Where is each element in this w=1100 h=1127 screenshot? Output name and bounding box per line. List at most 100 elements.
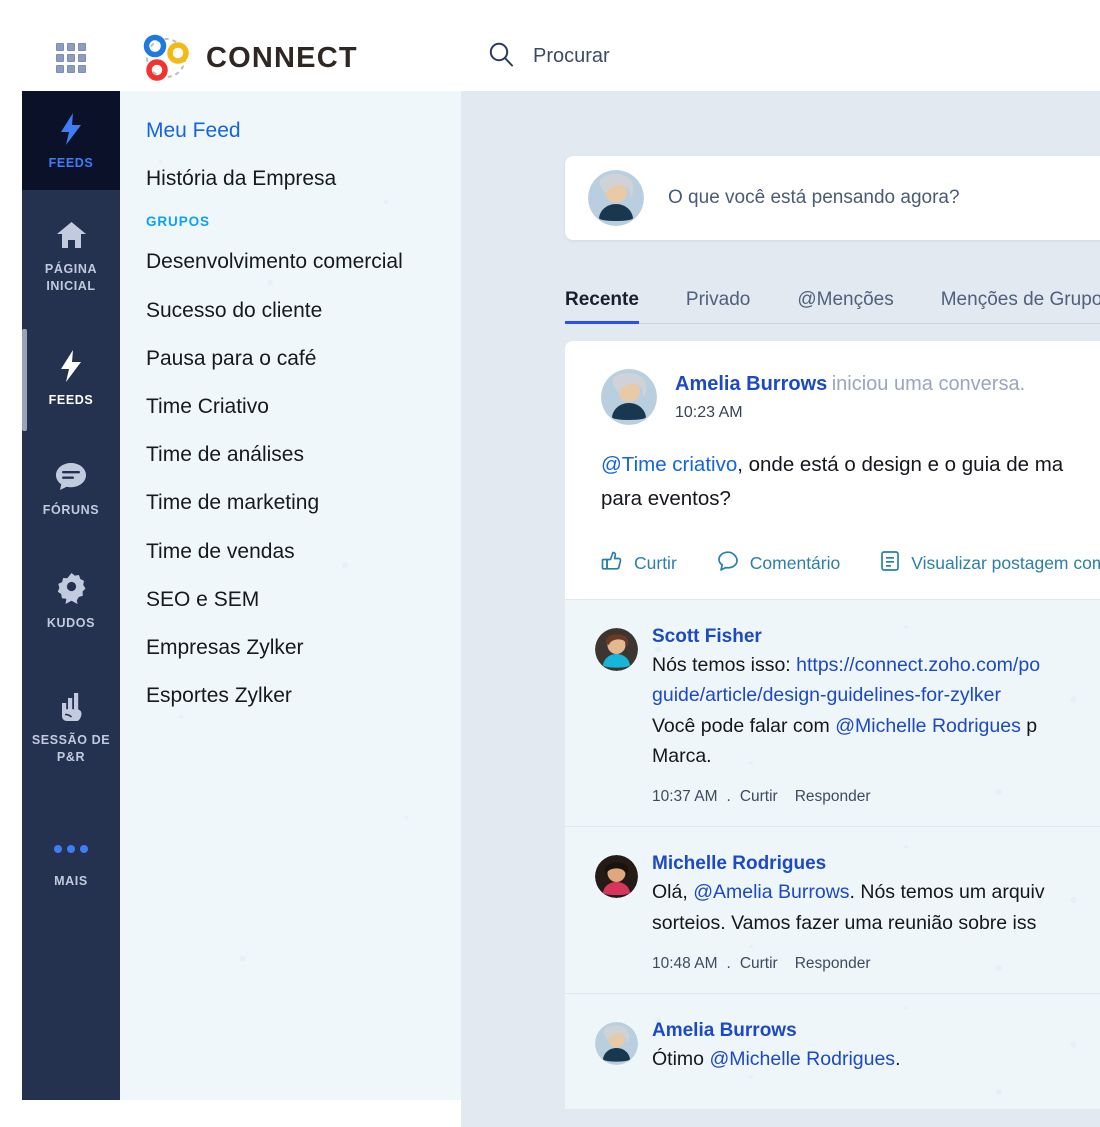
comment-body-line1: Olá, @Amelia Burrows. Nós temos um arqui… (652, 877, 1045, 907)
sidebar-item-historia-empresa[interactable]: História da Empresa (146, 166, 461, 191)
document-icon (880, 550, 900, 577)
sidebar-item-group-7[interactable]: SEO e SEM (146, 587, 461, 612)
comment-body-line2: sorteios. Vamos fazer uma reunião sobre … (652, 908, 1045, 938)
avatar (588, 170, 644, 226)
comment-time: 10:48 AM (652, 955, 718, 973)
post-body-line1: , onde está o design e o guia de ma (737, 453, 1063, 476)
search-box[interactable]: Procurar (487, 40, 610, 73)
bolt-icon (58, 349, 84, 383)
post-composer[interactable]: O que você está pensando agora? (565, 156, 1100, 240)
comment-row: Scott Fisher Nós temos isso: https://con… (595, 626, 1100, 807)
comment-bubble-icon (717, 550, 739, 577)
post-body-line2: para eventos? (601, 483, 1100, 515)
sidebar-item-group-0[interactable]: Desenvolvimento comercial (146, 249, 461, 274)
sidebar-item-group-4[interactable]: Time de análises (146, 442, 461, 467)
comment-row: Amelia Burrows Ótimo @Michelle Rodrigues… (595, 1020, 1100, 1074)
bolt-icon (58, 112, 84, 146)
composer-placeholder[interactable]: O que você está pensando agora? (668, 187, 960, 209)
sidebar-section-grupos: GRUPOS (146, 214, 461, 229)
comment-row: Michelle Rodrigues Olá, @Amelia Burrows.… (595, 853, 1100, 973)
post-body: @Time criativo, onde está o design e o g… (601, 449, 1100, 481)
view-full-post-button[interactable]: Visualizar postagem comple (880, 550, 1100, 577)
like-label: Curtir (634, 553, 677, 574)
comment-button[interactable]: Comentário (717, 550, 840, 577)
rail-item-feeds[interactable]: FEEDS (22, 325, 120, 435)
like-button[interactable]: Curtir (601, 550, 677, 577)
comment-author[interactable]: Michelle Rodrigues (652, 853, 1045, 875)
view-full-post-label: Visualizar postagem comple (911, 553, 1100, 574)
brand-name: CONNECT (206, 42, 358, 75)
avatar[interactable] (595, 855, 638, 898)
post-actions: Curtir Comentário Visualizar postagem co… (601, 550, 1100, 577)
sidebar-item-group-5[interactable]: Time de marketing (146, 490, 461, 515)
comment-like-button[interactable]: Curtir (740, 955, 778, 973)
rail-label: FÓRUNS (43, 502, 99, 519)
comment: Amelia Burrows Ótimo @Michelle Rodrigues… (565, 993, 1100, 1108)
badge-icon (57, 572, 86, 606)
sidebar-item-group-9[interactable]: Esportes Zylker (146, 683, 461, 708)
avatar[interactable] (601, 369, 657, 425)
comment-link[interactable]: https://connect.zoho.com/po (796, 654, 1040, 676)
search-input[interactable]: Procurar (533, 45, 610, 68)
comment-author[interactable]: Amelia Burrows (652, 1020, 900, 1042)
sidebar-item-group-6[interactable]: Time de vendas (146, 539, 461, 564)
tab-recente[interactable]: Recente (565, 289, 639, 324)
rail-item-mais[interactable]: MAIS (22, 796, 120, 906)
comment-separator: . (727, 955, 731, 973)
rail-label: KUDOS (47, 615, 95, 632)
connect-logo-icon (140, 32, 192, 84)
post-author[interactable]: Amelia Burrows (675, 373, 827, 395)
secondary-nav: Meu Feed História da Empresa GRUPOS Dese… (120, 91, 461, 1100)
top-bar: CONNECT Procurar (0, 0, 1100, 91)
home-icon (56, 218, 87, 252)
comment-like-button[interactable]: Curtir (740, 788, 778, 806)
chart-hand-icon (56, 689, 86, 723)
avatar[interactable] (595, 628, 638, 671)
grid-apps-icon[interactable] (56, 43, 86, 73)
comment: Scott Fisher Nós temos isso: https://con… (565, 599, 1100, 827)
comment-body-line4: Marca. (652, 741, 1040, 771)
comment-author[interactable]: Scott Fisher (652, 626, 1040, 648)
comment-mention[interactable]: @Michelle Rodrigues (835, 715, 1021, 737)
comment-reply-button[interactable]: Responder (795, 955, 871, 973)
brand[interactable]: CONNECT (140, 32, 358, 84)
sidebar-item-group-1[interactable]: Sucesso do cliente (146, 298, 461, 323)
comment-footer: 10:37 AM . Curtir Responder (652, 788, 1040, 806)
rail-item-foruns[interactable]: FÓRUNS (22, 435, 120, 545)
sidebar-item-meu-feed[interactable]: Meu Feed (146, 118, 461, 143)
rail-label: SESSÃO DE P&R (26, 732, 116, 766)
sidebar-item-group-8[interactable]: Empresas Zylker (146, 635, 461, 660)
sidebar-item-group-2[interactable]: Pausa para o café (146, 346, 461, 371)
comment-link-cont[interactable]: guide/article/design-guidelines-for-zylk… (652, 680, 1040, 710)
rail-item-feeds-top[interactable]: FEEDS (22, 91, 120, 190)
comment-body-line3: Você pode falar com @Michelle Rodrigues … (652, 711, 1040, 741)
sidebar-item-group-3[interactable]: Time Criativo (146, 394, 461, 419)
tab-privado[interactable]: Privado (686, 289, 750, 324)
tab-mencoes-de-grupo[interactable]: Menções de Grupo (941, 289, 1100, 324)
comment-time: 10:37 AM (652, 788, 718, 806)
comment-body-line1: Nós temos isso: https://connect.zoho.com… (652, 650, 1040, 680)
comment-mention[interactable]: @Michelle Rodrigues (709, 1048, 895, 1070)
post-header: Amelia Burrows iniciou uma conversa. 10:… (601, 369, 1100, 425)
search-icon (487, 40, 515, 73)
chat-bubble-icon (55, 459, 87, 493)
comment-reply-button[interactable]: Responder (795, 788, 871, 806)
rail-item-sessao-pr[interactable]: SESSÃO DE P&R (22, 661, 120, 796)
rail-item-kudos[interactable]: KUDOS (22, 545, 120, 661)
comment-mention[interactable]: @Amelia Burrows (693, 881, 849, 903)
rail-label: FEEDS (49, 155, 94, 172)
comment-body-line1: Ótimo @Michelle Rodrigues. (652, 1044, 900, 1074)
comment-footer: 10:48 AM . Curtir Responder (652, 955, 1045, 973)
avatar[interactable] (595, 1022, 638, 1065)
rail-label: MAIS (54, 873, 88, 890)
feed-tabs: Recente Privado @Menções Menções de Grup… (565, 272, 1100, 324)
post-card: Amelia Burrows iniciou uma conversa. 10:… (565, 341, 1100, 1109)
rail-item-pagina-inicial[interactable]: PÁGINA INICIAL (22, 190, 120, 325)
tab-mencoes[interactable]: @Menções (797, 289, 893, 324)
rail-label: FEEDS (49, 392, 94, 409)
rail-label: PÁGINA INICIAL (26, 261, 116, 295)
post-mention[interactable]: @Time criativo (601, 453, 737, 476)
post-action-text: iniciou uma conversa. (832, 373, 1025, 395)
app-window: CONNECT Procurar FEEDS PÁGINA INICIAL (0, 0, 1100, 1127)
feed-main: O que você está pensando agora? Recente … (461, 91, 1100, 1127)
